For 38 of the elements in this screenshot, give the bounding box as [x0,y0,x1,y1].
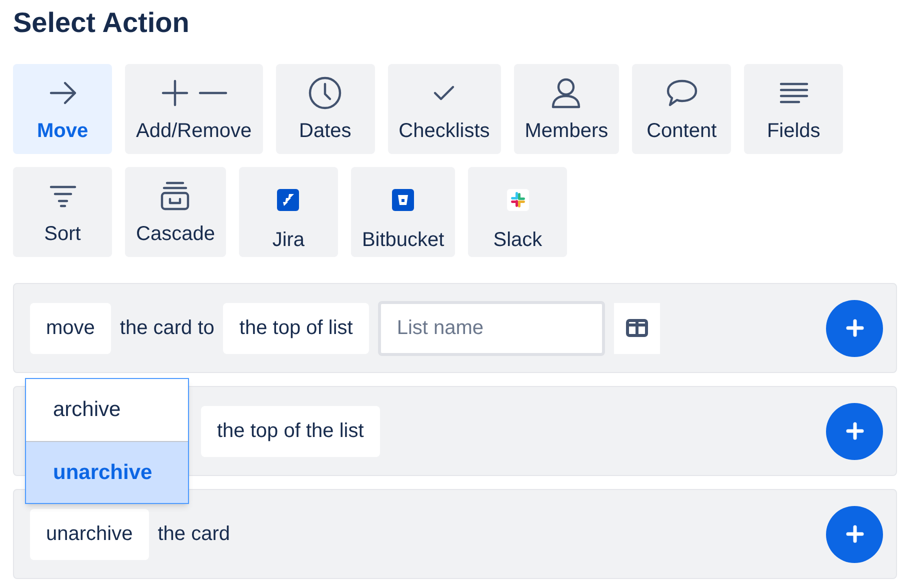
action-tile[interactable]: Add/Remove [125,64,263,154]
dropdown-option[interactable]: archive [26,379,188,441]
text-lines-icon [778,81,809,105]
action-tile[interactable]: Dates [276,64,375,154]
plus-icon [846,525,864,543]
action-tile[interactable]: Cascade [125,167,226,257]
option-selector[interactable]: the top of the list [201,406,380,456]
option-selector[interactable]: unarchive [30,508,149,560]
option-selector[interactable]: the top of list [223,302,369,354]
bitbucket-logo-icon [392,189,414,211]
plus-icon [846,422,864,440]
list-name-field[interactable]: List name [378,300,605,356]
action-tile[interactable]: Bitbucket [350,167,456,257]
check-icon [432,83,456,103]
option-selector[interactable]: move [30,302,111,354]
board-picker-button[interactable] [614,302,660,354]
columns-icon [626,319,648,337]
jira-logo-icon [277,189,300,211]
speech-bubble-icon [666,78,698,108]
drawer-icon [159,180,192,212]
action-tile[interactable]: Slack [468,167,568,257]
clock-icon [308,76,342,110]
action-tile[interactable]: Sort [13,167,112,257]
dropdown-option[interactable]: unarchive [26,441,188,503]
rule-text: the card to [120,316,214,341]
section-title: Select Action [13,6,190,40]
sort-icon [48,184,76,208]
plus-minus-icon [160,78,228,108]
action-tile[interactable]: Members [514,64,620,154]
plus-icon [846,319,864,337]
slack-logo-icon [506,189,529,211]
action-tile[interactable]: Content [632,64,732,154]
action-tile[interactable]: Fields [744,64,844,154]
action-tile[interactable]: Jira [238,167,338,257]
action-tile[interactable]: Checklists [388,64,501,154]
action-tile[interactable]: Move [13,64,112,154]
rule-text: the card [158,522,230,547]
person-icon [551,77,582,109]
